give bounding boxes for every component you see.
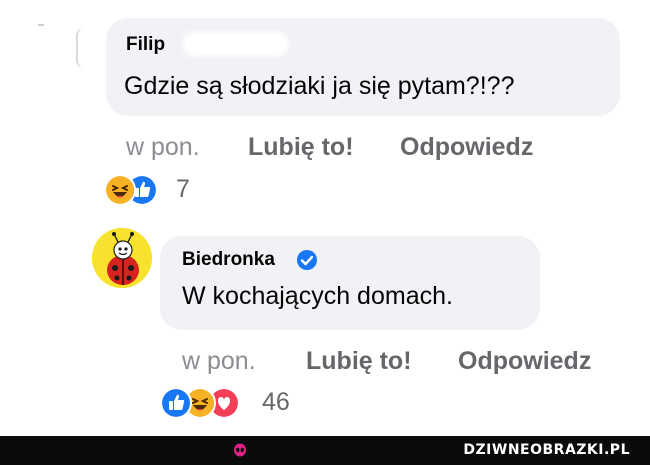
comment-author[interactable]: Filip bbox=[126, 34, 165, 56]
comment-bubble bbox=[106, 18, 620, 116]
blurred-surname bbox=[183, 32, 288, 56]
site-watermark: DZIWNEOBRAZKI.PL bbox=[463, 442, 630, 458]
reply-button[interactable]: Odpowiedz bbox=[400, 133, 533, 162]
comment-timestamp[interactable]: w pon. bbox=[126, 133, 200, 162]
like-button[interactable]: Lubię to! bbox=[248, 133, 354, 162]
reply-button[interactable]: Odpowiedz bbox=[458, 347, 591, 376]
haha-icon bbox=[104, 174, 136, 206]
like-button[interactable]: Lubię to! bbox=[306, 347, 412, 376]
comment-author[interactable]: Biedronka bbox=[182, 249, 275, 271]
comment-text: W kochających domach. bbox=[182, 282, 453, 310]
thread-mark bbox=[38, 24, 44, 26]
avatar[interactable] bbox=[92, 228, 152, 288]
reaction-count[interactable]: 46 bbox=[262, 388, 290, 417]
ladybug-logo-icon bbox=[92, 228, 152, 288]
reaction-count[interactable]: 7 bbox=[176, 175, 190, 204]
verified-badge-icon bbox=[297, 250, 317, 270]
like-icon bbox=[160, 387, 192, 419]
watermark-bar: DZIWNEOBRAZKI.PL bbox=[0, 436, 650, 465]
comment-timestamp[interactable]: w pon. bbox=[182, 347, 256, 376]
alien-logo-icon bbox=[234, 443, 246, 457]
comment-text: Gdzie są słodziaki ja się pytam?!?? bbox=[124, 72, 515, 100]
thread-line bbox=[76, 28, 88, 68]
